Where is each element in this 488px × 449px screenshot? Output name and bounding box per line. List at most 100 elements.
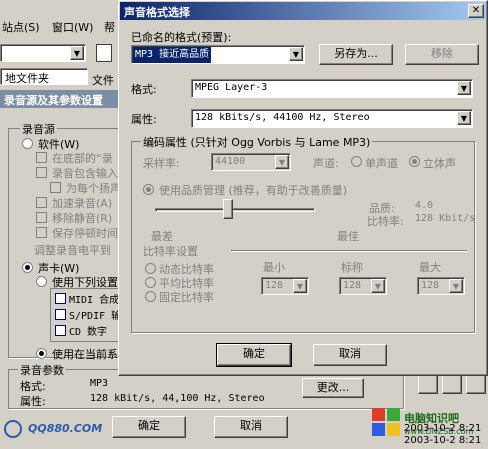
params-group-title: 录音参数: [18, 362, 66, 378]
adjust-level-link[interactable]: 调整录音电平到: [34, 242, 111, 258]
midi-checkbox[interactable]: [55, 293, 66, 304]
opt2-checkbox[interactable]: [36, 167, 47, 178]
quality-mgmt-radio[interactable]: [143, 184, 154, 195]
bg-format-label: 格式:: [20, 380, 46, 393]
change-button[interactable]: 更改...: [302, 378, 364, 398]
sample-rate-label: 采样率:: [143, 157, 180, 170]
chevron-down-icon[interactable]: ▼: [371, 279, 385, 293]
worst-label: 最差: [151, 230, 173, 243]
chevron-down-icon[interactable]: ▼: [449, 279, 463, 293]
named-format-label: 已命名的格式(预置):: [131, 31, 232, 44]
windows-logo-icon: [372, 408, 400, 436]
bg-local-folder[interactable]: 地文件夹: [0, 68, 88, 85]
dynamic-radio[interactable]: [145, 263, 156, 274]
device-list[interactable]: MIDI 合成 S/PDIF 输 CD 数字: [50, 288, 121, 342]
encoding-group-title: 编码属性 (只针对 Ogg Vorbis 与 Lame MP3): [141, 134, 373, 150]
attribute-label: 属性:: [131, 113, 157, 126]
channel-label: 声道:: [313, 157, 339, 170]
sound-format-dialog: 声音格式选择 ✕ 已命名的格式(预置): MP3 接近高品质 ▼ 另存为... …: [118, 0, 488, 376]
opt6-checkbox[interactable]: [36, 227, 47, 238]
logo-circle-icon: [4, 420, 22, 438]
use-current-radio[interactable]: [36, 348, 47, 359]
nominal-value: 128: [343, 280, 362, 291]
use-current-label: 使用在当前系: [52, 348, 118, 361]
nominal-label: 标称: [341, 261, 363, 274]
dialog-title-bar[interactable]: 声音格式选择 ✕: [120, 2, 486, 20]
chevron-down-icon[interactable]: ▼: [293, 279, 307, 293]
cd-label: CD 数字: [69, 327, 108, 338]
stop-button[interactable]: [418, 374, 438, 394]
software-radio[interactable]: [22, 138, 33, 149]
format-combo[interactable]: MPEG Layer-3 ▼: [191, 79, 473, 98]
max-label: 最大: [419, 261, 441, 274]
average-radio[interactable]: [145, 277, 156, 288]
remove-button[interactable]: 移除: [405, 44, 479, 65]
soundcard-radio[interactable]: [22, 262, 33, 273]
fixed-radio[interactable]: [145, 291, 156, 302]
bg-file-icon[interactable]: 文件: [92, 44, 116, 87]
sample-rate-value: 44100: [215, 156, 246, 167]
chevron-down-icon[interactable]: ▼: [275, 155, 289, 169]
dialog-cancel-button[interactable]: 取消: [313, 344, 387, 366]
chevron-down-icon[interactable]: ▼: [457, 81, 471, 95]
section-header-label: 录音源及其参数设置: [4, 94, 103, 107]
chevron-down-icon[interactable]: ▼: [457, 111, 471, 125]
format-value: MPEG Layer-3: [195, 82, 268, 93]
bitrate-value: 128 Kbit/s: [415, 213, 476, 224]
stereo-label: 立体声: [423, 157, 456, 170]
use-following-radio[interactable]: [36, 276, 47, 287]
stereo-radio[interactable]: [409, 156, 420, 167]
opt6-label: 保存停顿时间: [52, 227, 118, 240]
bg-section-header: 录音源及其参数设置: [0, 90, 120, 108]
attribute-combo[interactable]: 128 kBits/s, 44100 Hz, Stereo ▼: [191, 109, 473, 128]
menu-sites[interactable]: 站点(S): [2, 19, 40, 35]
timestamp-1: 2003-10-2 8:21: [404, 423, 482, 434]
dialog-ok-button[interactable]: 确定: [217, 344, 291, 366]
sample-rate-combo[interactable]: 44100 ▼: [211, 153, 291, 171]
cd-checkbox[interactable]: [55, 325, 66, 336]
attribute-value: 128 kBits/s, 44100 Hz, Stereo: [195, 112, 370, 123]
source-group-title: 录音源: [20, 121, 57, 137]
opt4-checkbox[interactable]: [36, 197, 47, 208]
best-label: 最佳: [337, 230, 359, 243]
chevron-down-icon[interactable]: ▼: [289, 47, 303, 61]
bg-ok-button[interactable]: 确定: [112, 416, 186, 438]
close-icon: ✕: [471, 5, 481, 16]
slider-track: [155, 208, 315, 212]
bitrate-settings-label: 比特率设置: [143, 245, 198, 258]
mono-radio[interactable]: [351, 156, 362, 167]
preset-combo[interactable]: MP3 接近高品质 ▼: [131, 45, 305, 64]
logo-text: QQ880.COM: [28, 422, 103, 435]
opt1-checkbox[interactable]: [36, 152, 47, 163]
pause-button[interactable]: [466, 374, 486, 394]
bg-menu-bar: 站点(S) 窗口(W) 帮: [0, 16, 120, 36]
nominal-combo[interactable]: 128 ▼: [339, 277, 387, 295]
bg-props-value: 128 kBit/s, 44,100 Hz, Stereo: [90, 393, 265, 404]
file-icon: [96, 44, 112, 62]
bg-address-combo[interactable]: ▼: [0, 44, 86, 62]
fixed-label: 固定比特率: [159, 291, 214, 304]
close-button[interactable]: ✕: [468, 4, 484, 18]
opt4-label: 加速录音(A): [52, 197, 113, 210]
record-button[interactable]: [442, 374, 462, 394]
opt5-checkbox[interactable]: [36, 212, 47, 223]
menu-help[interactable]: 帮: [104, 19, 115, 35]
timestamp-2: 2003-10-2 8:21: [404, 435, 482, 446]
spdif-checkbox[interactable]: [55, 309, 66, 320]
save-as-button[interactable]: 另存为...: [319, 44, 393, 65]
quality-slider[interactable]: [155, 199, 315, 223]
file-icon-label: 文件: [92, 74, 114, 87]
slider-thumb[interactable]: [223, 199, 233, 219]
local-folder-label: 地文件夹: [5, 72, 49, 85]
opt3-label: 为每个扬声: [66, 182, 121, 195]
min-combo[interactable]: 128 ▼: [261, 277, 309, 295]
menu-window[interactable]: 窗口(W): [52, 19, 93, 35]
max-combo[interactable]: 128 ▼: [417, 277, 465, 295]
qq880-logo: QQ880.COM: [4, 418, 104, 440]
dialog-title: 声音格式选择: [124, 6, 190, 19]
bg-cancel-button[interactable]: 取消: [214, 416, 288, 438]
midi-label: MIDI 合成: [69, 295, 120, 306]
opt5-label: 移除静音(R): [52, 212, 113, 225]
quality-value: 4.0: [415, 200, 434, 211]
opt3-checkbox[interactable]: [50, 182, 61, 193]
